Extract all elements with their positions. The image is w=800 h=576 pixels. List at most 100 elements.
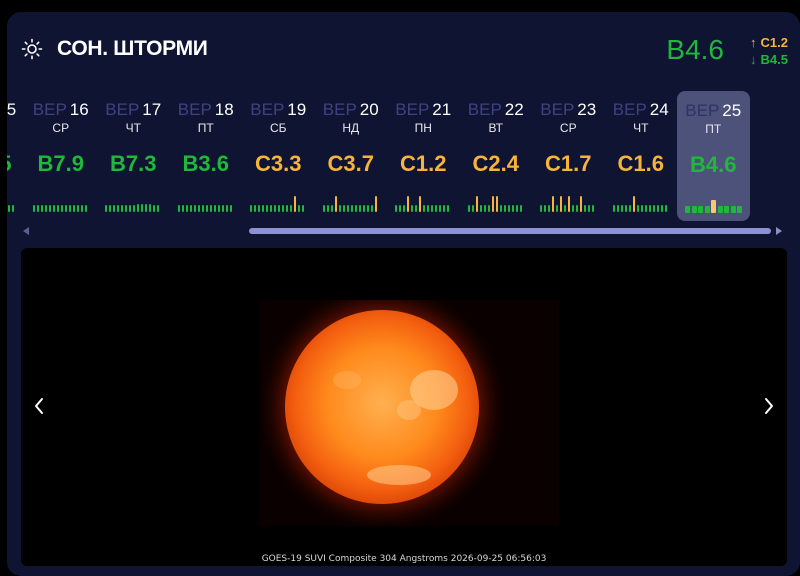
- activity-bar: [266, 204, 268, 212]
- activity-bar: [145, 203, 147, 212]
- activity-bar: [717, 205, 723, 213]
- day-activity-bars: [7, 194, 17, 212]
- day-month: ВЕР: [685, 101, 720, 120]
- day-number: 15: [7, 100, 17, 119]
- day-activity-bars: [250, 194, 307, 212]
- activity-bar: [250, 204, 252, 212]
- day-column[interactable]: ВЕР 25 ПТ B4.6: [677, 91, 750, 221]
- day-weekday: ПТ: [197, 121, 214, 135]
- activity-bar: [48, 204, 51, 212]
- previous-image-button[interactable]: [29, 393, 49, 419]
- activity-bar: [423, 204, 425, 212]
- card-title: СОН. ШТОРМИ: [57, 37, 208, 60]
- activity-bar: [362, 204, 365, 212]
- activity-bar: [225, 204, 228, 212]
- activity-bar: [302, 204, 304, 212]
- activity-bar: [576, 204, 578, 212]
- day-strip[interactable]: ВЕР15ВТB5.5ВЕР16СРB7.9ВЕР17ЧТB7.3ВЕР18ПТ…: [7, 90, 800, 225]
- day-weekday: ЧТ: [125, 121, 141, 135]
- activity-bar: [624, 204, 627, 212]
- day-max-value: B5.5: [7, 151, 25, 177]
- scrollbar-thumb[interactable]: [249, 228, 771, 234]
- activity-bar: [262, 204, 264, 212]
- day-max-value: B3.6: [182, 151, 229, 176]
- activity-bar: [213, 204, 216, 212]
- day-date: ВЕР 16: [25, 100, 98, 120]
- activity-bar: [125, 204, 127, 212]
- activity-bar: [12, 204, 14, 212]
- arrow-down-icon: ↓: [750, 52, 757, 67]
- activity-bar: [129, 204, 131, 212]
- day-column[interactable]: ВЕР 16 СР B7.9: [25, 90, 98, 220]
- activity-bar: [72, 204, 75, 212]
- day-date: ВЕР 23: [532, 100, 605, 120]
- activity-bar: [205, 204, 208, 212]
- activity-bar: [419, 195, 421, 212]
- activity-bar: [724, 205, 729, 213]
- activity-bar: [544, 204, 546, 212]
- activity-bar: [479, 204, 482, 212]
- activity-bar: [548, 204, 550, 212]
- day-weekday: СР: [52, 121, 70, 135]
- activity-bar: [467, 204, 470, 212]
- day-column[interactable]: ВЕР 18 ПТ B3.6: [170, 90, 243, 220]
- activity-bar: [620, 204, 623, 212]
- activity-bar: [648, 204, 651, 212]
- activity-bar: [628, 204, 631, 212]
- activity-bar: [560, 195, 562, 212]
- day-column[interactable]: ВЕР 22 ВТ C2.4: [460, 90, 533, 220]
- day-month: ВЕР: [612, 100, 647, 119]
- activity-bar: [32, 204, 35, 212]
- day-strip-scrollbar[interactable]: [7, 225, 800, 239]
- activity-bar: [411, 204, 413, 212]
- activity-bar: [60, 204, 63, 212]
- activity-bar: [652, 204, 655, 212]
- day-max-value: C3.7: [327, 151, 374, 176]
- activity-bar: [644, 204, 647, 212]
- day-weekday: НД: [342, 121, 360, 135]
- activity-bar: [177, 204, 180, 212]
- day-column[interactable]: ВЕР 23 СР C1.7: [532, 90, 605, 220]
- activity-bar: [322, 204, 325, 212]
- activity-bar: [431, 204, 433, 212]
- activity-bar: [258, 204, 260, 212]
- day-column[interactable]: ВЕР 21 ПН C1.2: [387, 90, 460, 220]
- day-column[interactable]: ВЕР 20 НД C3.7: [315, 90, 388, 220]
- day-activity-bars: [32, 194, 90, 212]
- activity-bar: [503, 204, 506, 212]
- next-image-button[interactable]: [759, 393, 779, 419]
- activity-bar: [181, 204, 184, 212]
- arrow-up-icon: ↑: [750, 35, 757, 50]
- daily-low-value: B4.5: [760, 52, 788, 67]
- day-month: ВЕР: [467, 100, 502, 119]
- activity-bar: [415, 204, 417, 212]
- scroll-left-icon[interactable]: [23, 227, 29, 235]
- activity-bar: [334, 195, 337, 212]
- day-number: 24: [649, 100, 669, 119]
- day-number: 21: [432, 100, 452, 119]
- activity-bar: [8, 204, 10, 212]
- day-number: 17: [142, 100, 162, 119]
- day-column[interactable]: ВЕР 19 СБ C3.3: [242, 90, 315, 220]
- day-column[interactable]: ВЕР 17 ЧТ B7.3: [97, 90, 170, 220]
- current-flux-value: B4.6: [666, 34, 724, 65]
- day-max-value: C1.2: [400, 151, 447, 176]
- day-month: ВЕР: [322, 100, 357, 119]
- day-date: ВЕР 25: [677, 101, 750, 121]
- activity-bar: [519, 204, 522, 212]
- activity-bar: [616, 204, 619, 212]
- activity-bar: [487, 204, 490, 212]
- day-weekday: ВТ: [488, 121, 504, 135]
- day-column[interactable]: ВЕР15ВТ B5.5: [7, 90, 25, 220]
- day-number: 22: [504, 100, 524, 119]
- day-column[interactable]: ВЕР 24 ЧТ C1.6: [605, 90, 678, 220]
- activity-bar: [698, 205, 703, 213]
- activity-bar: [342, 204, 345, 212]
- day-max-value: C3.3: [255, 151, 302, 176]
- day-activity-bars: [105, 194, 162, 212]
- activity-bar: [141, 203, 143, 212]
- scroll-right-icon[interactable]: [776, 227, 782, 235]
- activity-bar: [483, 204, 486, 212]
- activity-bar: [44, 204, 47, 212]
- activity-bar: [76, 204, 79, 212]
